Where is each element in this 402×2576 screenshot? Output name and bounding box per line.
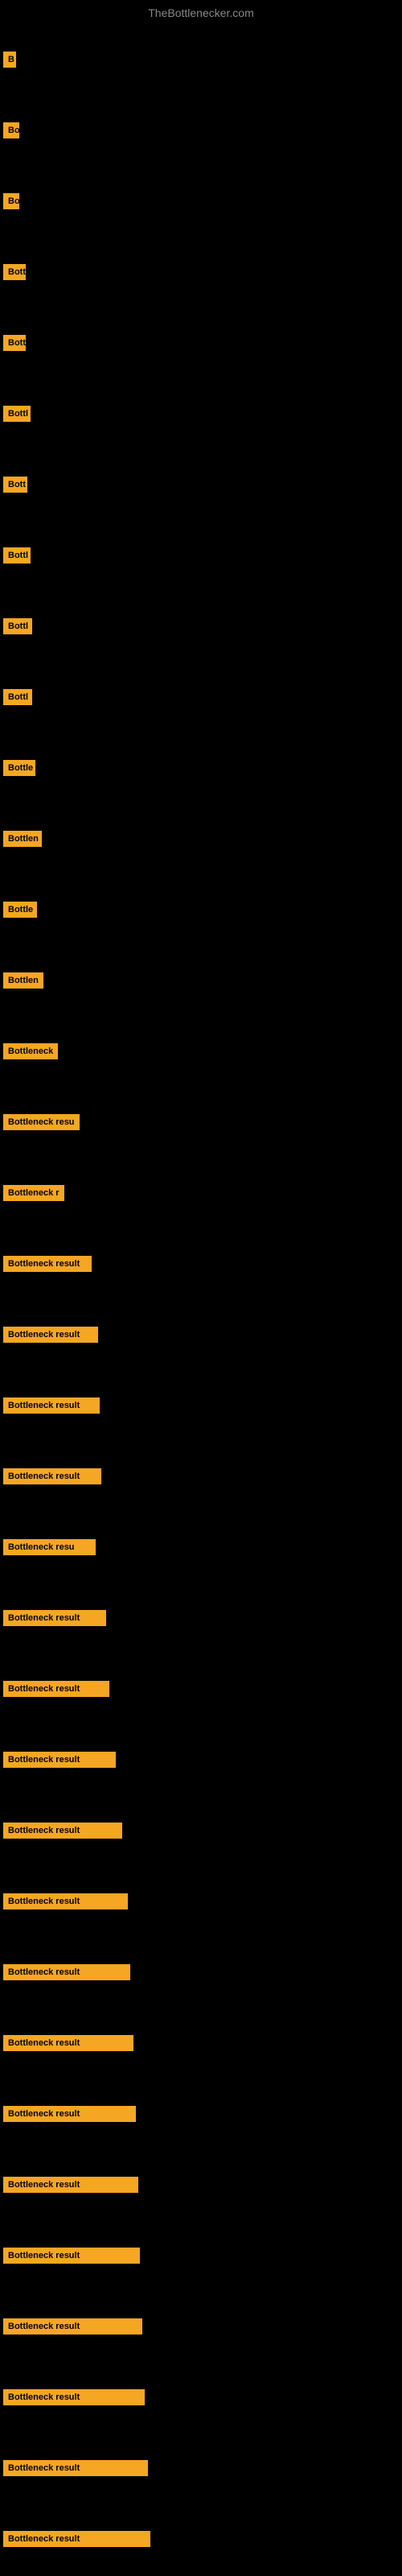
- item-label: Bottleneck result: [3, 1823, 122, 1839]
- item-label: Bottleneck result: [3, 2318, 142, 2334]
- list-item: Bo: [0, 95, 402, 166]
- list-item: Bottleneck result: [0, 1370, 402, 1441]
- list-item: B: [0, 24, 402, 95]
- item-label: Bo: [3, 193, 19, 209]
- item-label: Bottleneck result: [3, 2177, 138, 2193]
- item-label: Bottleneck r: [3, 1185, 64, 1201]
- list-item: Bottle: [0, 874, 402, 945]
- list-item: Bott: [0, 308, 402, 378]
- item-label: Bottlen: [3, 972, 43, 989]
- item-label: Bottleneck result: [3, 2531, 150, 2547]
- item-label: Bottleneck result: [3, 1610, 106, 1626]
- list-item: Bottleneck result: [0, 2291, 402, 2362]
- list-item: Bott: [0, 237, 402, 308]
- list-item: Bottleneck result: [0, 1795, 402, 1866]
- items-container: B Bo Bo Bott Bott Bottl Bott Bottl Bottl Bottl Bot…: [0, 24, 402, 2574]
- list-item: Bottleneck result: [0, 1937, 402, 2008]
- item-label: B: [3, 52, 16, 68]
- item-label: Bottleneck result: [3, 1397, 100, 1414]
- item-label: Bottleneck: [3, 1043, 58, 1059]
- list-item: Bottleneck result: [0, 1724, 402, 1795]
- list-item: Bottlen: [0, 945, 402, 1016]
- list-item: Bottleneck result: [0, 2362, 402, 2433]
- list-item: Bottleneck result: [0, 1583, 402, 1653]
- list-item: Bottleneck result: [0, 1866, 402, 1937]
- list-item: Bottleneck: [0, 1016, 402, 1087]
- list-item: Bottl: [0, 662, 402, 733]
- item-label: Bottleneck result: [3, 1681, 109, 1697]
- item-label: Bottleneck resu: [3, 1114, 80, 1130]
- item-label: Bottleneck result: [3, 1468, 101, 1484]
- item-label: Bottlen: [3, 831, 42, 847]
- item-label: Bottleneck result: [3, 1964, 130, 1980]
- item-label: Bottleneck result: [3, 1256, 92, 1272]
- list-item: Bottleneck result: [0, 2433, 402, 2504]
- item-label: Bottleneck result: [3, 2248, 140, 2264]
- item-label: Bott: [3, 264, 26, 280]
- list-item: Bottleneck result: [0, 2149, 402, 2220]
- item-label: Bottleneck result: [3, 2460, 148, 2476]
- item-label: Bottleneck result: [3, 2389, 145, 2405]
- item-label: Bottl: [3, 618, 32, 634]
- list-item: Bottleneck result: [0, 1653, 402, 1724]
- list-item: Bottlen: [0, 803, 402, 874]
- item-label: Bo: [3, 122, 19, 138]
- item-label: Bott: [3, 477, 27, 493]
- item-label: Bottl: [3, 547, 31, 564]
- list-item: Bottle: [0, 733, 402, 803]
- item-label: Bottl: [3, 689, 32, 705]
- item-label: Bottleneck result: [3, 1893, 128, 1909]
- item-label: Bottleneck resu: [3, 1539, 96, 1555]
- list-item: Bottleneck result: [0, 1441, 402, 1512]
- list-item: Bottleneck result: [0, 2008, 402, 2079]
- item-label: Bottle: [3, 760, 35, 776]
- list-item: Bottl: [0, 378, 402, 449]
- site-title: TheBottlenecker.com: [0, 0, 402, 23]
- list-item: Bott: [0, 449, 402, 520]
- list-item: Bottleneck result: [0, 2220, 402, 2291]
- item-label: Bottle: [3, 902, 37, 918]
- item-label: Bottleneck result: [3, 1327, 98, 1343]
- list-item: Bottleneck r: [0, 1158, 402, 1228]
- list-item: Bottleneck result: [0, 2504, 402, 2574]
- item-label: Bottl: [3, 406, 31, 422]
- item-label: Bottleneck result: [3, 2035, 133, 2051]
- list-item: Bottleneck result: [0, 1299, 402, 1370]
- list-item: Bottleneck resu: [0, 1087, 402, 1158]
- item-label: Bott: [3, 335, 26, 351]
- list-item: Bottl: [0, 591, 402, 662]
- list-item: Bottleneck result: [0, 1228, 402, 1299]
- list-item: Bottleneck result: [0, 2079, 402, 2149]
- item-label: Bottleneck result: [3, 1752, 116, 1768]
- list-item: Bottl: [0, 520, 402, 591]
- item-label: Bottleneck result: [3, 2106, 136, 2122]
- list-item: Bottleneck resu: [0, 1512, 402, 1583]
- list-item: Bo: [0, 166, 402, 237]
